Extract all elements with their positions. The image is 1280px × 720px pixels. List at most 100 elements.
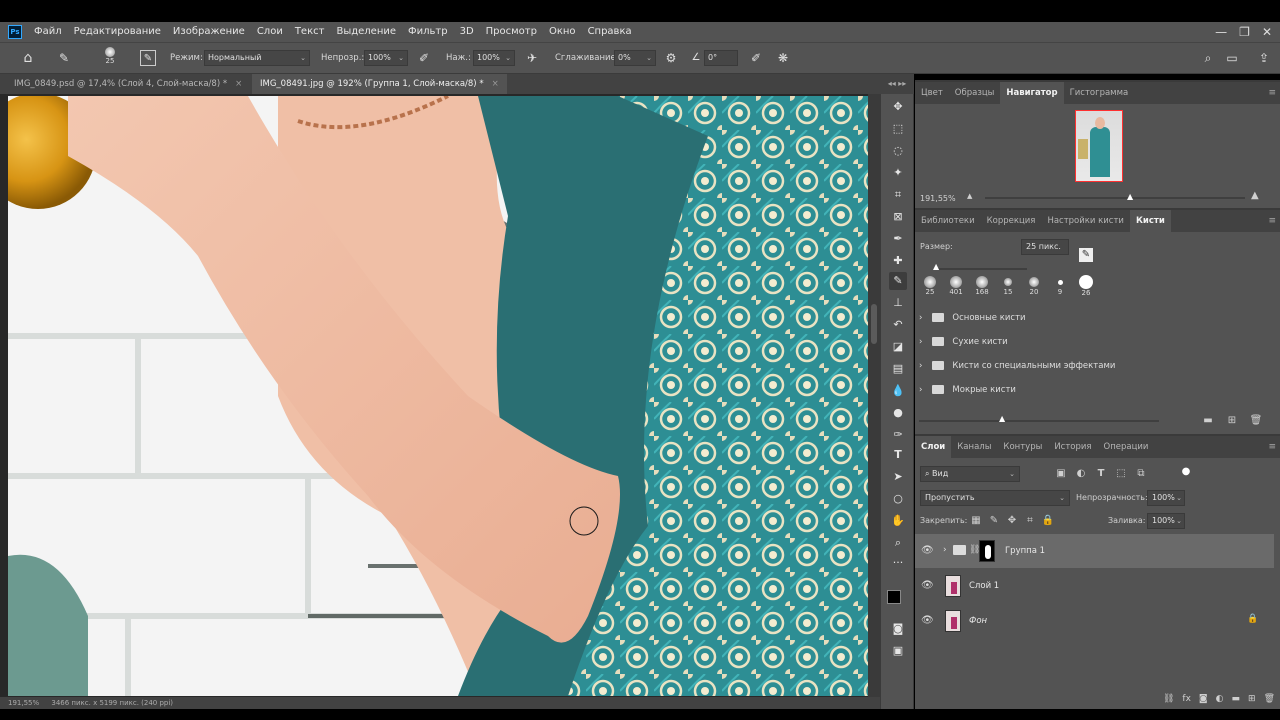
layer-row-group-1[interactable]: 👁 › ⛓ Группа 1 [915,534,1274,568]
lock-artboard-icon[interactable]: ⌗ [1023,514,1037,528]
trash-icon[interactable]: 🗑 [1264,694,1275,708]
tab-actions[interactable]: Операции [1098,436,1155,458]
brush-size-slider[interactable] [935,268,1027,270]
layer-row-background[interactable]: 👁 Фон 🔒 [915,604,1274,638]
dodge-tool-icon[interactable]: ● [889,404,907,422]
layer-mask-thumbnail[interactable] [979,540,995,562]
brush-preset[interactable]: 26 [1075,274,1097,302]
path-select-icon[interactable]: ➤ [889,468,907,486]
slider-handle[interactable]: ▲ [933,262,939,271]
new-layer-icon[interactable]: ⊞ [1248,694,1256,708]
fill-field[interactable]: 100% ⌄ [1147,513,1185,529]
crop-tool-icon[interactable]: ⌗ [889,186,907,204]
healing-brush-icon[interactable]: ✚ [889,252,907,270]
menu-window[interactable]: Окно [543,22,582,42]
lasso-tool-icon[interactable]: ◌ [889,142,907,160]
workspace-icon[interactable]: ▭ [1224,50,1240,66]
photo-canvas[interactable] [8,96,868,696]
tab-histogram[interactable]: Гистограмма [1064,82,1135,104]
brush-tool-icon[interactable]: ✎ [56,50,72,66]
zoom-out-icon[interactable]: ▲ [967,192,972,200]
quick-select-icon[interactable]: ✦ [889,164,907,182]
trash-icon[interactable]: 🗑 [1249,414,1263,428]
menu-select[interactable]: Выделение [330,22,402,42]
menu-image[interactable]: Изображение [167,22,251,42]
history-brush-icon[interactable]: ↶ [889,316,907,334]
brush-folder-wet[interactable]: › Мокрые кисти [919,378,1279,402]
symmetry-icon[interactable]: ❋ [775,50,791,66]
tab-layers[interactable]: Слои [915,436,952,458]
menu-filter[interactable]: Фильтр [402,22,454,42]
link-layers-icon[interactable]: ⛓ [1163,694,1174,708]
angle-field[interactable]: 0° [704,50,738,66]
eye-icon[interactable]: 👁 [921,615,934,627]
panel-menu-icon[interactable]: ≡ [1268,436,1276,458]
filter-pixel-icon[interactable]: ▣ [1054,467,1068,481]
filter-toggle-icon[interactable]: ● [1179,465,1193,479]
navigator-thumbnail[interactable] [1075,110,1123,182]
zoom-readout[interactable]: 191,55% [8,699,39,707]
marquee-tool-icon[interactable]: ⬚ [889,120,907,138]
menu-edit[interactable]: Редактирование [68,22,167,42]
tab-adjustments[interactable]: Коррекция [981,210,1042,232]
share-icon[interactable]: ⇪ [1256,50,1272,66]
tab-swatches[interactable]: Образцы [949,82,1001,104]
brush-folder-dry[interactable]: › Сухие кисти [919,330,1279,354]
tab-brushes[interactable]: Кисти [1129,210,1171,232]
frame-tool-icon[interactable]: ⊠ [889,208,907,226]
pen-tool-icon[interactable]: ✑ [889,426,907,444]
foreground-color-swatch[interactable] [887,590,901,604]
brush-size-field[interactable]: 25 пикс. [1021,239,1069,255]
brush-folder-special[interactable]: › Кисти со специальными эффектами [919,354,1279,378]
eyedropper-icon[interactable]: ✒ [889,230,907,248]
fx-icon[interactable]: fx [1182,694,1191,708]
brush-preset[interactable]: 401 [945,274,967,302]
tab-img-0849-psd[interactable]: IMG_0849.psd @ 17,4% (Слой 4, Слой-маска… [6,74,250,94]
restore-icon[interactable]: ❐ [1239,25,1250,39]
airbrush-icon[interactable]: ✈ [524,50,540,66]
new-brush-icon[interactable]: ✎ [1079,248,1093,262]
new-brush-icon[interactable]: ⊞ [1225,414,1239,428]
brush-tool-icon[interactable]: ✎ [889,272,907,290]
eraser-icon[interactable]: ◪ [889,338,907,356]
zoom-tool-icon[interactable]: ⌕ [889,534,907,552]
gear-icon[interactable]: ⚙ [663,50,679,66]
tab-brush-settings[interactable]: Настройки кисти [1041,210,1130,232]
lock-transparency-icon[interactable]: ▦ [969,514,983,528]
brush-preset[interactable]: 9 [1049,274,1071,302]
lock-all-icon[interactable]: 🔒 [1041,514,1055,528]
tab-img-08491-jpg[interactable]: IMG_08491.jpg @ 192% (Группа 1, Слой-мас… [252,74,507,94]
pressure-opacity-icon[interactable]: ✐ [416,50,432,66]
quick-mask-icon[interactable]: ◙ [889,620,907,638]
chevron-right-icon[interactable]: › [943,545,947,555]
gradient-tool-icon[interactable]: ▤ [889,360,907,378]
move-tool-icon[interactable]: ✥ [889,98,907,116]
panel-menu-icon[interactable]: ≡ [1268,82,1276,104]
layer-filter-select[interactable]: ⌕ Вид ⌄ [920,466,1020,482]
blend-mode-select[interactable]: Пропустить ⌄ [920,490,1070,506]
panel-collapse-strip[interactable]: ◂◂ ▸▸ [880,74,914,94]
tab-libraries[interactable]: Библиотеки [915,210,981,232]
brush-settings-icon[interactable]: ✎ [140,50,156,66]
brush-preset[interactable]: 168 [971,274,993,302]
hand-tool-icon[interactable]: ✋ [889,512,907,530]
mode-select[interactable]: Нормальный ⌄ [204,50,310,66]
brush-preset[interactable]: 20 [1023,274,1045,302]
tab-channels[interactable]: Каналы [951,436,997,458]
screen-mode-icon[interactable]: ▣ [889,642,907,660]
filter-adjustment-icon[interactable]: ◐ [1074,467,1088,481]
preview-size-slider[interactable] [919,420,1159,422]
smoothing-field[interactable]: 0% ⌄ [614,50,656,66]
zoom-slider-handle[interactable]: ▲ [1127,192,1133,201]
brush-preset[interactable]: 25 [919,274,941,302]
pressure-size-icon[interactable]: ✐ [748,50,764,66]
type-tool-icon[interactable]: T [889,446,907,464]
zoom-in-icon[interactable]: ▲ [1251,190,1259,201]
scrollbar-thumb[interactable] [871,304,877,344]
filter-smart-icon[interactable]: ⧉ [1134,467,1148,481]
filter-type-icon[interactable]: T [1094,467,1108,481]
home-icon[interactable]: ⌂ [20,50,36,66]
stamp-tool-icon[interactable]: ⊥ [889,294,907,312]
flow-field[interactable]: 100% ⌄ [473,50,515,66]
tab-navigator[interactable]: Навигатор [1000,82,1064,104]
